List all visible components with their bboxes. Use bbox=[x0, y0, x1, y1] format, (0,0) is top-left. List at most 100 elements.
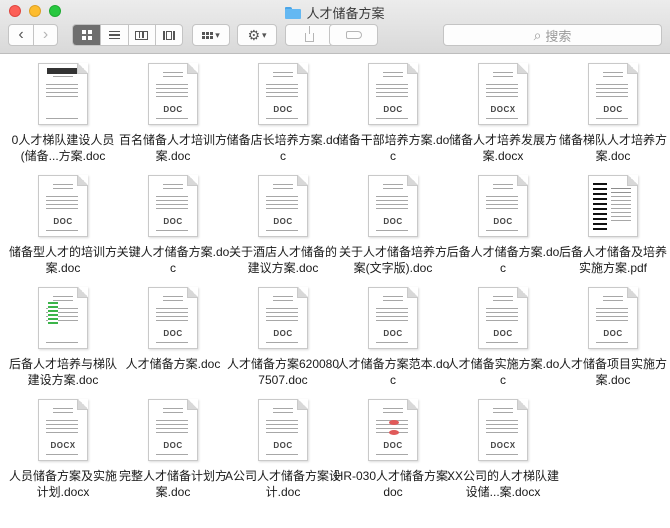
file-name: 人才储备项目实施方案.doc bbox=[558, 357, 667, 387]
file-item[interactable]: DOC 储备干部培养方案.doc bbox=[332, 55, 454, 167]
file-type-badge: DOC bbox=[383, 441, 403, 450]
file-item[interactable]: 后备人才培养与梯队建设方案.doc bbox=[2, 279, 124, 391]
file-type-badge: DOC bbox=[163, 329, 183, 338]
file-type-badge: DOC bbox=[273, 217, 293, 226]
document-icon: DOC bbox=[148, 175, 198, 237]
document-icon: DOC bbox=[368, 399, 418, 461]
document-icon: DOC bbox=[368, 287, 418, 349]
file-name: 储备人才培养发展方案.docx bbox=[448, 133, 557, 163]
file-type-badge: DOC bbox=[163, 105, 183, 114]
file-item[interactable]: DOC 储备店长培养方案.doc bbox=[222, 55, 344, 167]
view-mode-group bbox=[72, 24, 183, 46]
file-name: 储备店长培养方案.doc bbox=[226, 133, 340, 163]
gallery-view-button[interactable] bbox=[154, 25, 182, 45]
gallery-view-icon bbox=[162, 30, 175, 40]
file-item[interactable]: DOCX 储备人才培养发展方案.docx bbox=[442, 55, 564, 167]
file-item[interactable]: DOC 百名储备人才培训方案.doc bbox=[112, 55, 234, 167]
back-icon: ‹ bbox=[18, 26, 24, 43]
file-type-badge: DOC bbox=[53, 217, 73, 226]
document-icon: DOCX bbox=[38, 399, 88, 461]
file-grid: 0人才梯队建设人员(储备...方案.doc DOC 百名储备人才培训方案.doc DO… bbox=[0, 55, 670, 528]
file-item[interactable]: DOC 储备型人才的培训方案.doc bbox=[2, 167, 124, 279]
document-icon bbox=[38, 287, 88, 349]
file-item[interactable]: DOCX XX公司的人才梯队建设储...案.docx bbox=[442, 391, 564, 503]
file-name: 储备干部培养方案.doc bbox=[336, 133, 450, 163]
file-type-badge: DOC bbox=[163, 441, 183, 450]
file-type-badge: DOC bbox=[383, 105, 403, 114]
back-button[interactable]: ‹ bbox=[9, 25, 33, 45]
action-button[interactable]: ⚙ ▾ bbox=[237, 24, 277, 46]
file-name: 后备人才储备方案.doc bbox=[446, 245, 560, 275]
file-type-badge: DOC bbox=[383, 329, 403, 338]
file-item[interactable]: DOC 后备人才储备方案.doc bbox=[442, 167, 564, 279]
document-icon: DOC bbox=[148, 287, 198, 349]
document-icon: DOC bbox=[478, 175, 528, 237]
file-item[interactable]: DOC 储备梯队人才培养方案.doc bbox=[552, 55, 670, 167]
folder-icon bbox=[285, 6, 302, 19]
column-view-button[interactable] bbox=[127, 25, 155, 45]
window-title-bar: 人才储备方案 bbox=[0, 3, 670, 22]
file-name: XX公司的人才梯队建设储...案.docx bbox=[446, 469, 559, 499]
file-item[interactable]: DOC 人才储备方案.doc bbox=[112, 279, 234, 391]
file-type-badge: DOC bbox=[273, 441, 293, 450]
file-name: 人才储备方案范本.doc bbox=[336, 357, 450, 387]
file-type-badge: DOC bbox=[603, 105, 623, 114]
list-view-button[interactable] bbox=[100, 25, 127, 45]
file-name: 关于酒店人才储备的建议方案.doc bbox=[228, 245, 337, 275]
document-icon: DOC bbox=[368, 63, 418, 125]
file-item[interactable]: DOCX 人员储备方案及实施计划.docx bbox=[2, 391, 124, 503]
file-type-badge: DOCX bbox=[490, 105, 516, 114]
file-type-badge: DOC bbox=[383, 217, 403, 226]
document-icon: DOC bbox=[148, 63, 198, 125]
toolbar: 人才储备方案 ‹ › ▾ ⚙ ▾ ⌕ 搜索 bbox=[0, 0, 670, 54]
arrange-button[interactable]: ▾ bbox=[192, 24, 230, 46]
file-name: 人才储备方案6200807507.doc bbox=[226, 357, 340, 387]
document-icon: DOC bbox=[588, 63, 638, 125]
icon-view-icon bbox=[81, 30, 92, 40]
file-type-badge: DOCX bbox=[490, 441, 516, 450]
file-item[interactable]: DOC 完整人才储备计划方案.doc bbox=[112, 391, 234, 503]
file-name: 0人才梯队建设人员(储备...方案.doc bbox=[11, 133, 115, 163]
document-icon bbox=[38, 63, 88, 125]
file-item[interactable]: DOC 关于酒店人才储备的建议方案.doc bbox=[222, 167, 344, 279]
file-type-badge: DOC bbox=[273, 329, 293, 338]
file-name: 人才储备方案.doc bbox=[125, 357, 221, 371]
column-view-icon bbox=[135, 30, 149, 40]
file-name: 关键人才储备方案.doc bbox=[116, 245, 230, 275]
file-item[interactable]: DOC 人才储备实施方案.doc bbox=[442, 279, 564, 391]
chevron-down-icon: ▾ bbox=[215, 29, 220, 40]
file-item[interactable]: DOC A公司人才储备方案设计.doc bbox=[222, 391, 344, 503]
search-placeholder: 搜索 bbox=[545, 28, 572, 44]
file-name: 后备人才培养与梯队建设方案.doc bbox=[8, 357, 117, 387]
file-item[interactable]: 后备人才储备及培养实施方案.pdf bbox=[552, 167, 670, 279]
forward-button[interactable]: › bbox=[32, 25, 57, 45]
share-button[interactable] bbox=[285, 24, 334, 46]
search-icon: ⌕ bbox=[533, 26, 542, 43]
document-icon: DOC bbox=[478, 287, 528, 349]
file-name: 储备型人才的培训方案.doc bbox=[8, 245, 117, 275]
file-type-badge: DOC bbox=[163, 217, 183, 226]
icon-view-button[interactable] bbox=[73, 25, 101, 45]
document-icon: DOC bbox=[258, 399, 308, 461]
file-item[interactable]: DOC 关于人才储备培养方案(文字版).doc bbox=[332, 167, 454, 279]
file-name: 后备人才储备及培养实施方案.pdf bbox=[558, 245, 667, 275]
share-icon bbox=[305, 25, 314, 42]
document-icon bbox=[588, 175, 638, 237]
file-name: HR-030人才储备方案.doc bbox=[334, 469, 452, 499]
file-item[interactable]: DOC HR-030人才储备方案.doc bbox=[332, 391, 454, 503]
file-item[interactable]: 0人才梯队建设人员(储备...方案.doc bbox=[2, 55, 124, 167]
window-title: 人才储备方案 bbox=[306, 6, 385, 21]
document-icon: DOC bbox=[258, 175, 308, 237]
file-type-badge: DOC bbox=[493, 217, 513, 226]
search-field[interactable]: ⌕ 搜索 bbox=[443, 24, 662, 46]
document-icon: DOCX bbox=[478, 399, 528, 461]
document-icon: DOC bbox=[148, 399, 198, 461]
file-item[interactable]: DOC 人才储备方案6200807507.doc bbox=[222, 279, 344, 391]
file-name: 人员储备方案及实施计划.docx bbox=[8, 469, 117, 499]
file-item[interactable]: DOC 人才储备方案范本.doc bbox=[332, 279, 454, 391]
tag-button[interactable] bbox=[329, 24, 378, 46]
file-item[interactable]: DOC 关键人才储备方案.doc bbox=[112, 167, 234, 279]
finder-window: 人才储备方案 ‹ › ▾ ⚙ ▾ ⌕ 搜索 0人才梯队建设人员(储备...方案.… bbox=[0, 0, 670, 528]
file-item[interactable]: DOC 人才储备项目实施方案.doc bbox=[552, 279, 670, 391]
file-name: 储备梯队人才培养方案.doc bbox=[558, 133, 667, 163]
